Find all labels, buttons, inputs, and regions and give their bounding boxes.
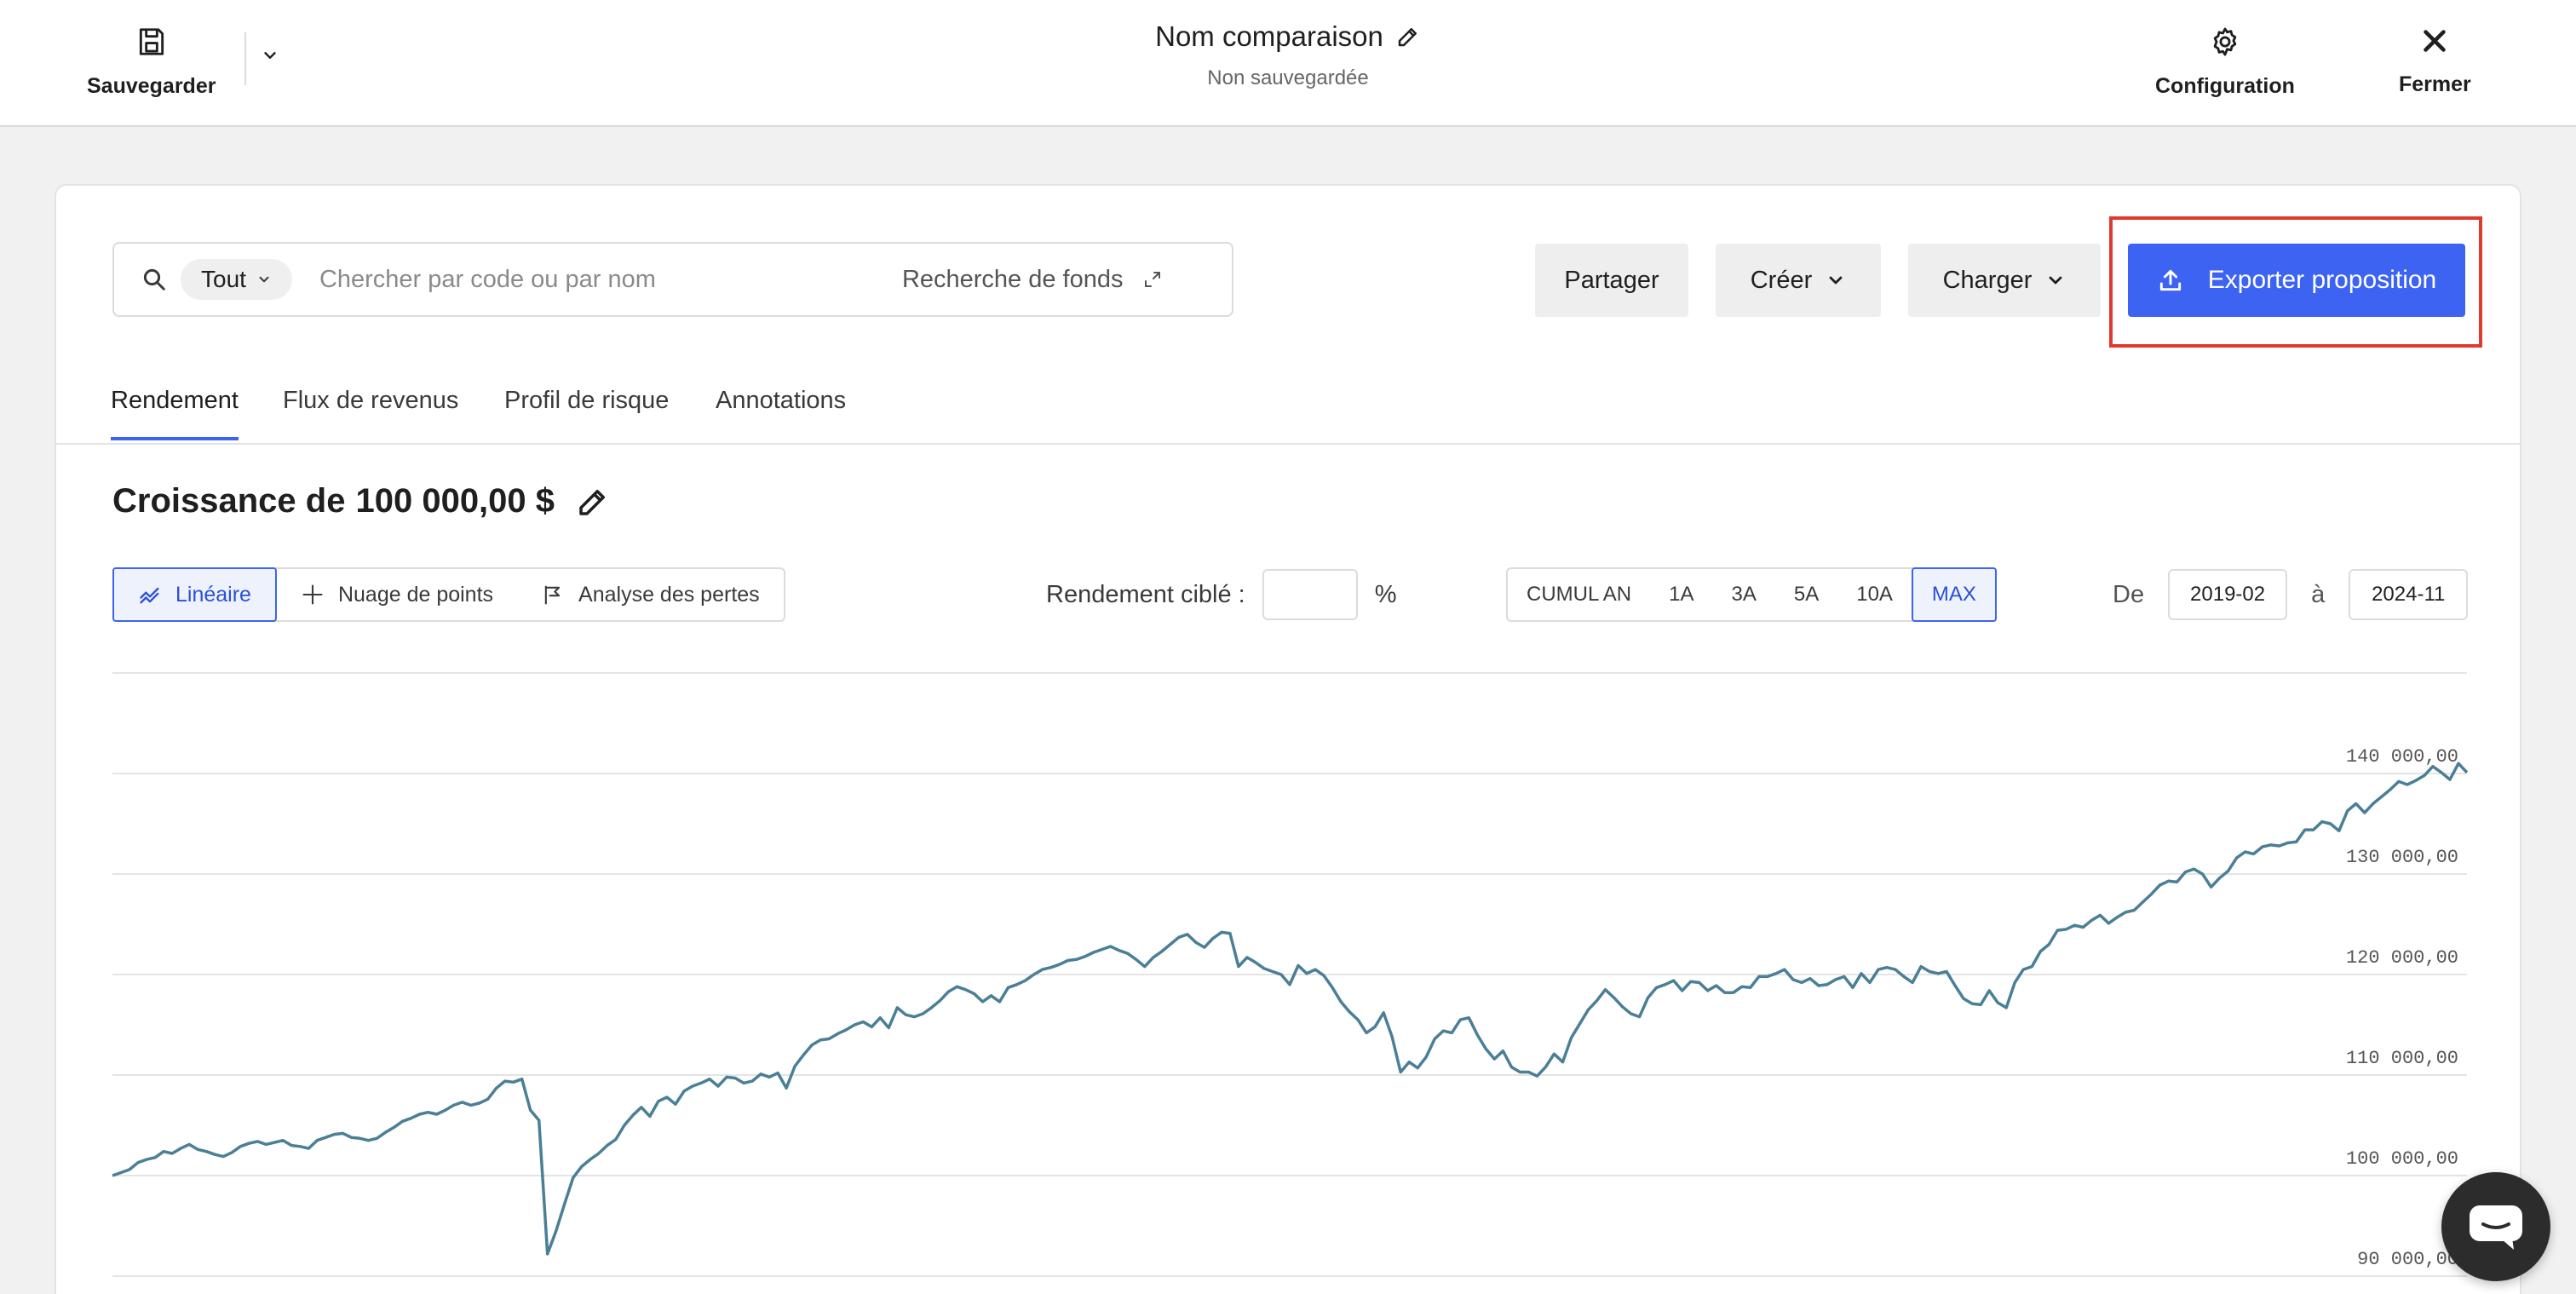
- chat-icon: [2468, 1202, 2524, 1251]
- main-card: Tout Recherche de fonds Partager Créer C…: [55, 184, 2521, 1294]
- gear-icon: [2209, 26, 2241, 62]
- close-icon: [2419, 26, 2450, 60]
- growth-chart: 140 000,00 130 000,00 120 000,00 110 000,00…: [112, 672, 2469, 1277]
- document-title: Nom comparaison: [1155, 20, 1383, 52]
- close-button[interactable]: Fermer: [2399, 26, 2471, 97]
- y-tick-label: 140 000,00: [2346, 746, 2458, 768]
- y-tick-label: 100 000,00: [2346, 1148, 2458, 1170]
- pencil-icon[interactable]: [1395, 24, 1421, 49]
- configuration-button[interactable]: Configuration: [2155, 26, 2295, 99]
- y-tick-label: 110 000,00: [2346, 1048, 2458, 1069]
- chat-button[interactable]: [2441, 1172, 2550, 1281]
- close-label: Fermer: [2399, 72, 2471, 96]
- series-line: [112, 762, 2469, 1256]
- configuration-label: Configuration: [2155, 74, 2295, 98]
- y-tick-label: 130 000,00: [2346, 847, 2458, 868]
- y-tick-label: 90 000,00: [2357, 1249, 2458, 1270]
- y-tick-label: 120 000,00: [2346, 947, 2458, 969]
- top-bar: Sauvegarder Nom comparaison Non sauvegar…: [0, 0, 2576, 127]
